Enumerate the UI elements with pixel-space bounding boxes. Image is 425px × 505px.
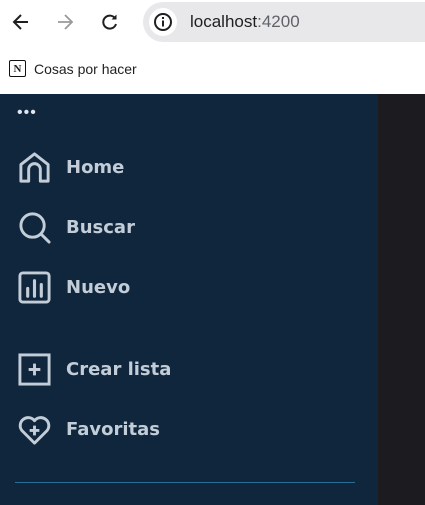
info-icon bbox=[154, 13, 172, 31]
address-bar[interactable]: localhost:4200 bbox=[143, 2, 425, 42]
reload-button[interactable] bbox=[97, 9, 123, 35]
sidebar: ••• Home Buscar Nuevo Crear lista Favori… bbox=[0, 94, 378, 505]
sidebar-item-label: Favoritas bbox=[66, 419, 160, 440]
sidebar-item-crear-lista[interactable]: Crear lista bbox=[17, 352, 171, 387]
chart-icon bbox=[18, 271, 51, 304]
notion-icon: N bbox=[9, 60, 26, 77]
browser-toolbar: localhost:4200 bbox=[0, 0, 425, 48]
back-button[interactable] bbox=[8, 9, 34, 35]
sidebar-item-label: Buscar bbox=[66, 217, 135, 238]
heart-plus-icon bbox=[18, 416, 51, 445]
sidebar-item-label: Home bbox=[66, 157, 125, 178]
forward-button[interactable] bbox=[52, 9, 78, 35]
plus-square-icon bbox=[18, 353, 51, 386]
arrow-left-icon bbox=[12, 14, 28, 30]
search-icon bbox=[19, 212, 51, 244]
reload-icon bbox=[102, 14, 117, 30]
bookmarks-bar: N Cosas por hacer bbox=[0, 48, 425, 94]
url-port: :4200 bbox=[257, 12, 300, 31]
url-host: localhost bbox=[190, 12, 258, 31]
arrow-right-icon bbox=[58, 14, 74, 30]
sidebar-divider bbox=[15, 482, 355, 483]
bookmark-label: Cosas por hacer bbox=[34, 60, 137, 77]
sidebar-item-label: Crear lista bbox=[66, 359, 172, 380]
sidebar-item-favoritas[interactable]: Favoritas bbox=[17, 412, 160, 447]
main-content bbox=[378, 94, 425, 505]
sidebar-item-buscar[interactable]: Buscar bbox=[17, 210, 135, 245]
sidebar-item-nuevo[interactable]: Nuevo bbox=[17, 270, 130, 305]
sidebar-item-home[interactable]: Home bbox=[17, 150, 124, 185]
site-info-button[interactable] bbox=[149, 8, 177, 36]
bookmark-cosas-por-hacer[interactable]: N Cosas por hacer bbox=[9, 60, 137, 77]
sidebar-item-label: Nuevo bbox=[66, 277, 131, 298]
more-options-icon[interactable]: ••• bbox=[17, 105, 37, 121]
home-icon bbox=[19, 152, 50, 183]
url-text: localhost:4200 bbox=[190, 12, 300, 32]
